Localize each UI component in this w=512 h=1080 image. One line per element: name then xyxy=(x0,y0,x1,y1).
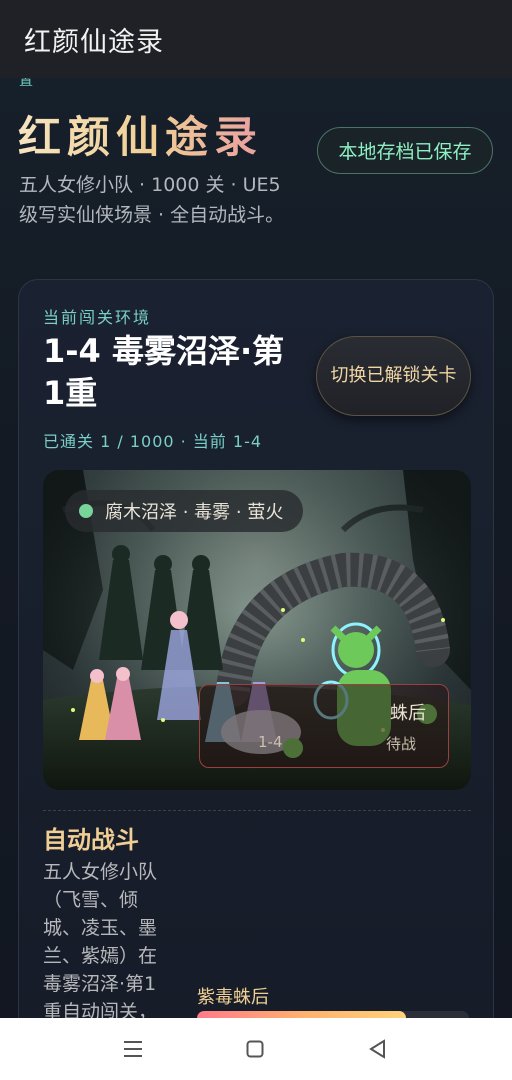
battle-scene: 腐木沼泽 · 毒雾 · 萤火 蛛后 1-4 待战 xyxy=(43,470,471,790)
boss-hp-bar xyxy=(197,1011,469,1018)
home-icon[interactable] xyxy=(240,1034,270,1064)
boss-hp-fill xyxy=(197,1011,407,1018)
enemy-name: 蛛后 xyxy=(390,703,426,724)
enemy-status: 待战 xyxy=(386,735,417,753)
section-divider xyxy=(43,810,471,811)
hero-title: 红颜仙途录 xyxy=(18,103,263,165)
status-dot-icon xyxy=(79,504,93,518)
stage-card: 当前闯关环境 1-4 毒雾沼泽·第1重 已通关 1 / 1000 · 当前 1-… xyxy=(18,279,494,1018)
stage-title: 1-4 毒雾沼泽·第1重 xyxy=(43,332,285,412)
hero-subtitle: 五人女修小队 · 1000 关 · UE5级写实仙侠场景 · 全自动战斗。 xyxy=(19,174,285,226)
auto-battle-title: 自动战斗 xyxy=(43,826,139,854)
main-scroll[interactable]: 置 红颜仙途录 五人女修小队 · 1000 关 · UE5级写实仙侠场景 · 全… xyxy=(0,78,512,1018)
back-icon[interactable] xyxy=(362,1034,392,1064)
app-bar: 红颜仙途录 xyxy=(0,0,512,78)
scene-tag-text: 腐木沼泽 · 毒雾 · 萤火 xyxy=(105,502,284,523)
app-title: 红颜仙途录 xyxy=(24,26,164,58)
menu-icon[interactable] xyxy=(118,1034,148,1064)
system-nav-bar xyxy=(0,1018,512,1080)
clipped-label: 置 xyxy=(19,78,33,89)
enemy-level: 1-4 xyxy=(258,733,283,751)
switch-stage-button[interactable]: 切换已解锁关卡 xyxy=(316,336,471,416)
scene-environment-tag: 腐木沼泽 · 毒雾 · 萤火 xyxy=(65,490,304,532)
enemy-hud: 蛛后 1-4 待战 xyxy=(199,684,449,768)
boss-name: 紫毒蛛后 xyxy=(197,987,269,1008)
auto-battle-description: 五人女修小队（飞雪、倾城、凌玉、墨兰、紫嫣）在毒雾沼泽·第1重自动闯关， xyxy=(43,861,158,1018)
cultivator-group xyxy=(99,545,223,670)
save-status-button[interactable]: 本地存档已保存 xyxy=(317,127,493,174)
env-label: 当前闯关环境 xyxy=(43,308,152,327)
stage-progress: 已通关 1 / 1000 · 当前 1-4 xyxy=(43,432,263,451)
